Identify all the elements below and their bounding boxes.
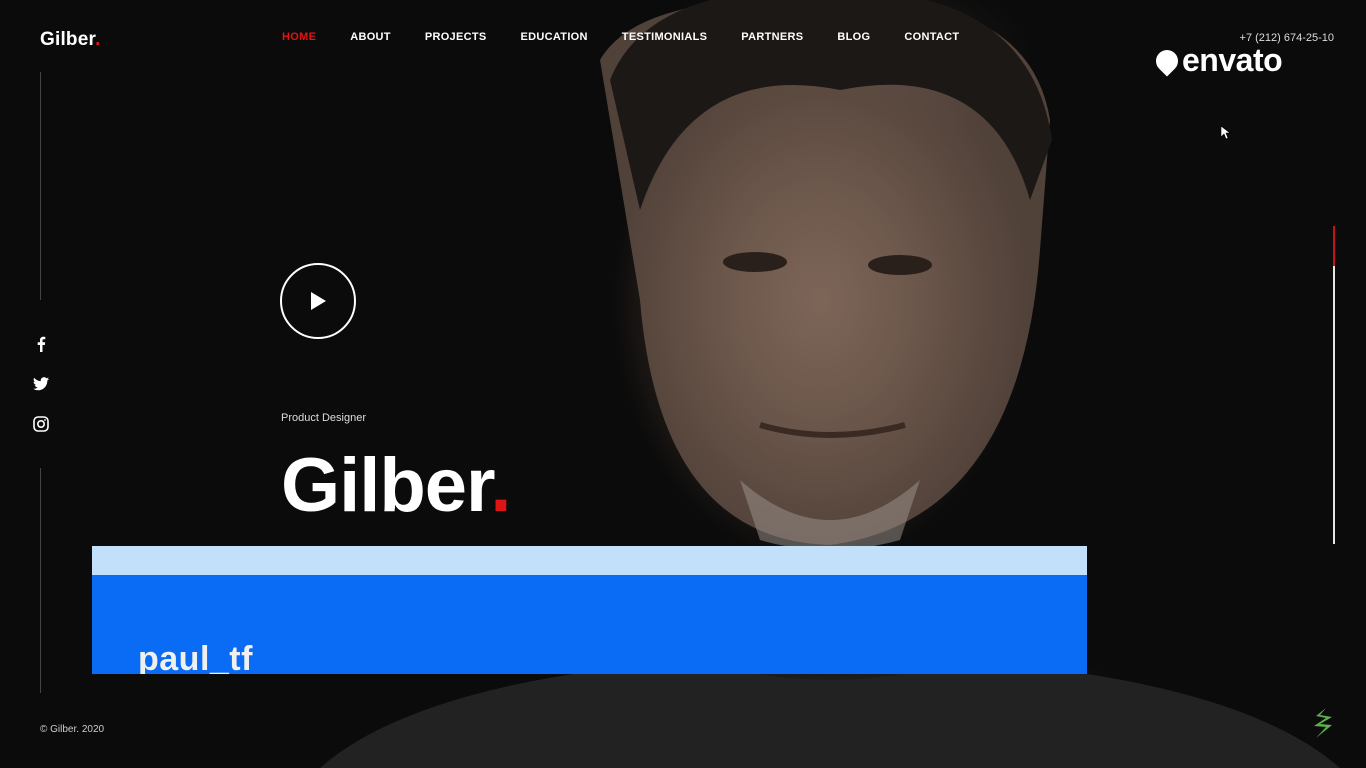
play-video-button[interactable] [280,263,356,339]
nav-item-contact[interactable]: CONTACT [904,31,959,43]
twitter-icon[interactable] [32,375,50,393]
left-divider-top [40,72,41,300]
nav-item-partners[interactable]: PARTNERS [741,31,803,43]
instagram-icon[interactable] [32,415,50,433]
nav-item-projects[interactable]: PROJECTS [425,31,487,43]
corner-brand-icon [1314,708,1332,738]
left-divider-bottom [40,468,41,693]
hero-title-dot: . [490,443,511,528]
main-nav: HOME ABOUT PROJECTS EDUCATION TESTIMONIA… [282,31,993,43]
mouse-cursor-icon [1221,126,1231,140]
page-scrollbar[interactable] [1333,226,1335,544]
facebook-icon[interactable] [32,335,50,353]
envato-text: envato [1182,42,1283,78]
play-icon [311,292,326,310]
envato-watermark: envato [1151,42,1283,79]
site-logo[interactable]: Gilber. [40,29,101,51]
copyright: © Gilber. 2020 [40,724,105,735]
logo-dot: . [95,29,101,50]
logo-text: Gilber [40,29,96,50]
envato-leaf-icon [1151,44,1183,77]
scrollbar-thumb[interactable] [1333,226,1335,266]
banner-author-name: paul_tf [138,640,253,674]
hero-title: Gilber. [281,448,512,524]
nav-item-testimonials[interactable]: TESTIMONIALS [622,31,708,43]
banner-strip [92,546,1087,575]
nav-item-blog[interactable]: BLOG [837,31,870,43]
nav-item-about[interactable]: ABOUT [350,31,391,43]
author-banner: paul_tf [92,546,1087,674]
nav-item-education[interactable]: EDUCATION [521,31,588,43]
nav-item-home[interactable]: HOME [282,31,316,43]
hero-subtitle: Product Designer [281,412,366,424]
hero-title-text: Gilber [281,443,491,528]
